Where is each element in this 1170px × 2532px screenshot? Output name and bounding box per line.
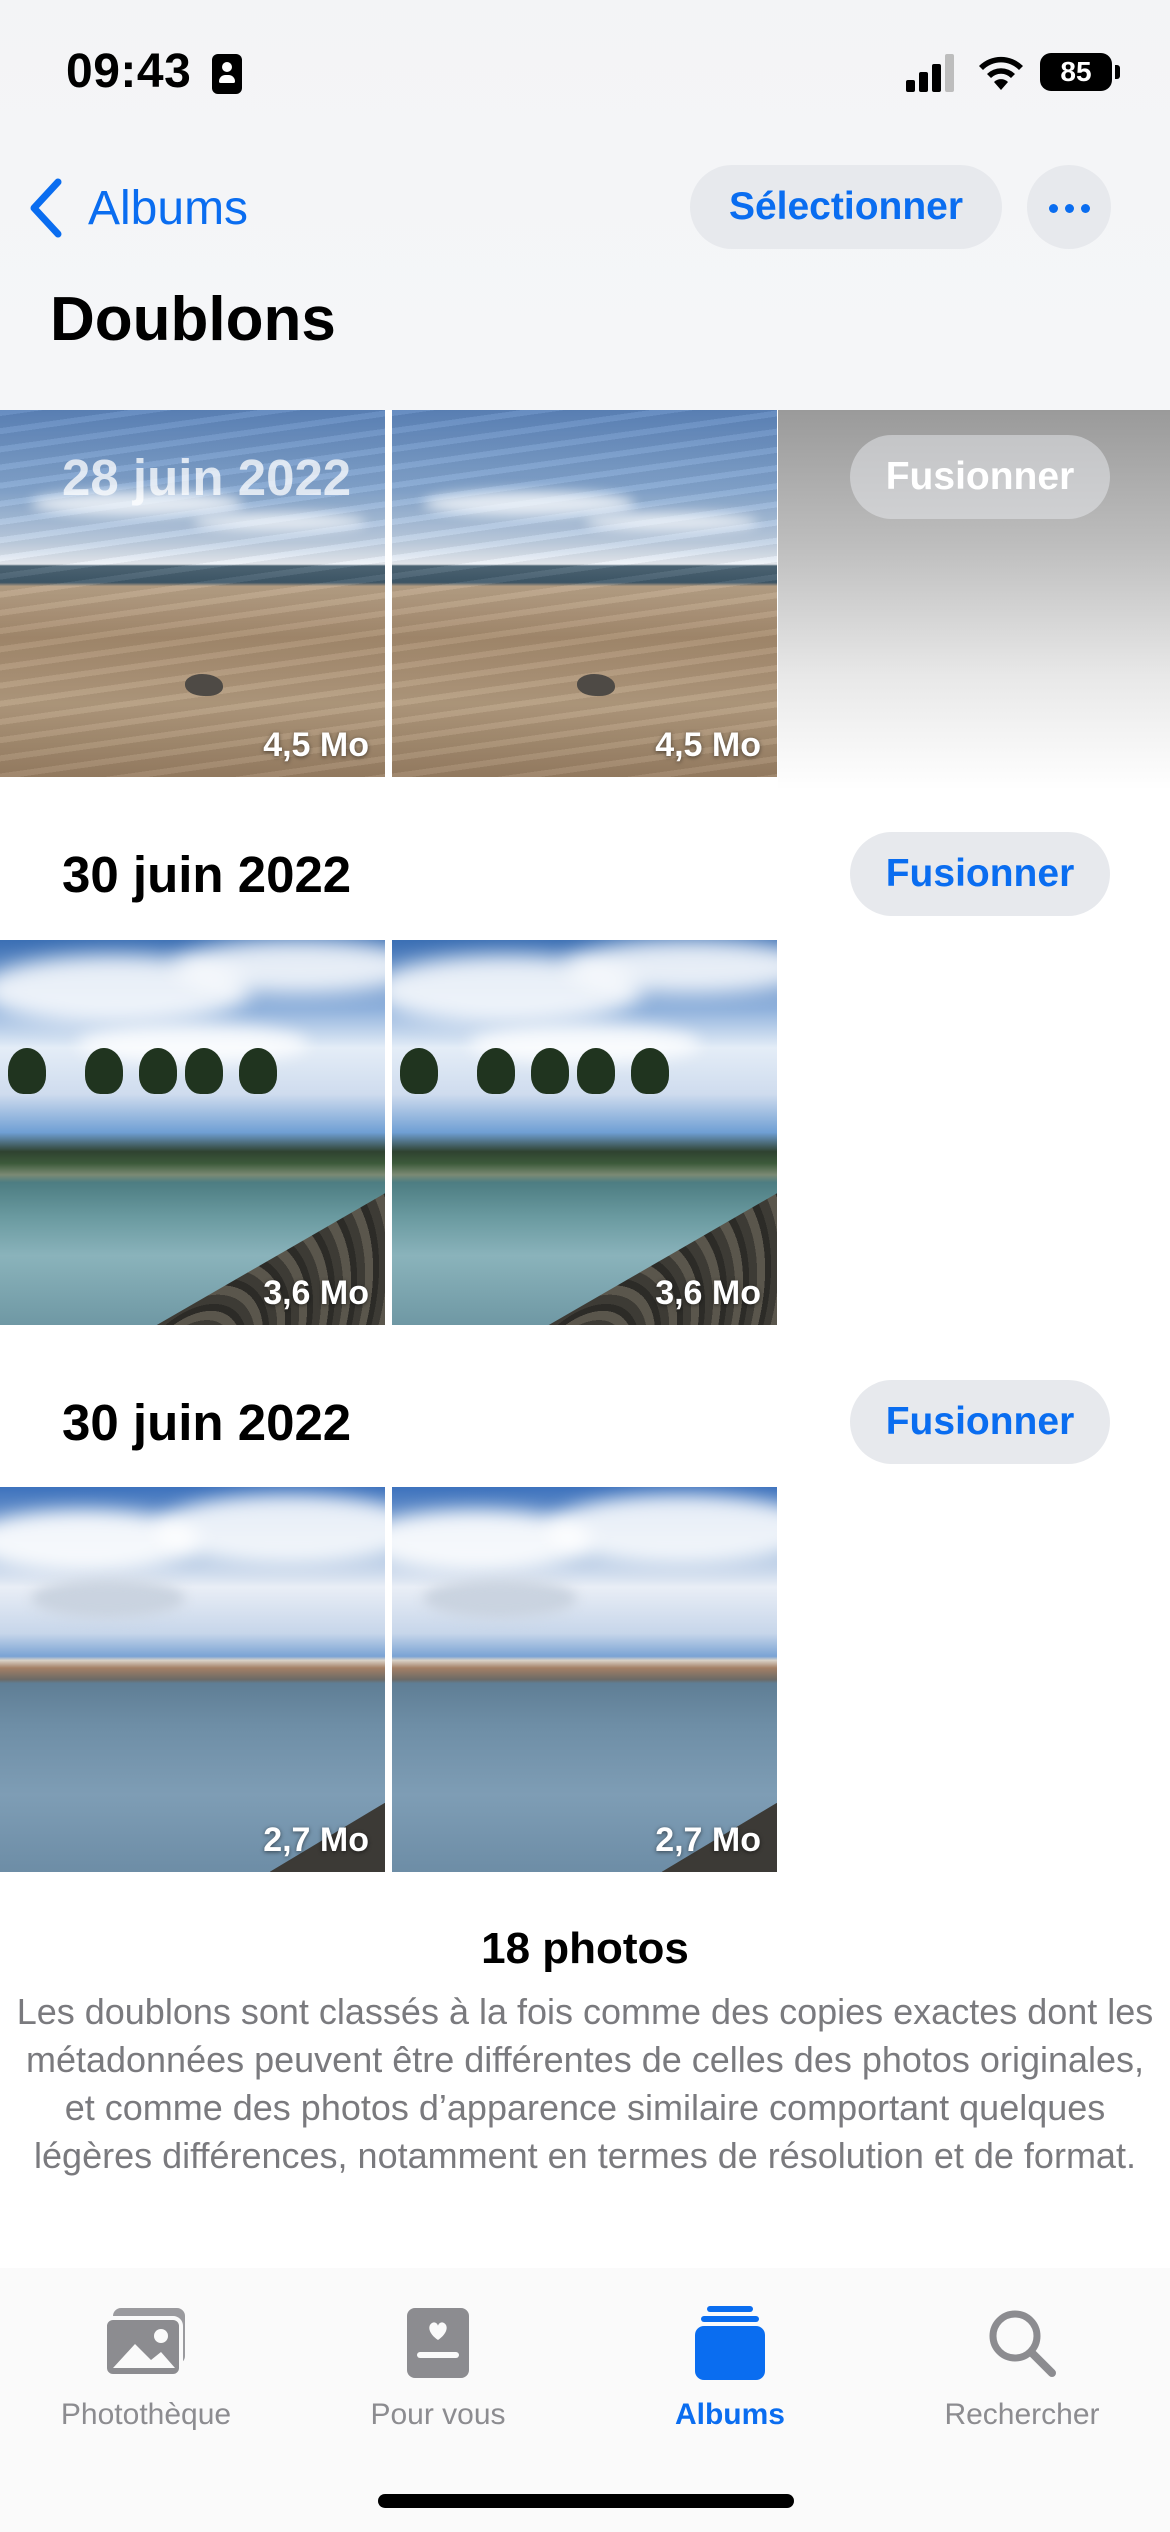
- tab-for-you[interactable]: Pour vous: [292, 2298, 584, 2432]
- group-2-date: 30 juin 2022: [62, 846, 352, 903]
- status-bar: 09:43 85: [0, 0, 1170, 150]
- photo-tree: [238, 1047, 278, 1094]
- photo-tree: [138, 1047, 178, 1094]
- ellipsis-icon: [1049, 204, 1058, 213]
- photo-size: 4,5 Mo: [655, 726, 761, 764]
- contact-card-icon: [212, 54, 242, 94]
- photo-tree: [476, 1047, 516, 1094]
- tab-albums[interactable]: Albums: [584, 2298, 876, 2432]
- photo-canal-2[interactable]: 3,6 Mo: [392, 940, 777, 1325]
- status-time: 09:43: [66, 45, 192, 98]
- tab-label: Pour vous: [370, 2398, 506, 2431]
- photo-rock: [576, 674, 616, 697]
- photo-size: 2,7 Mo: [263, 1821, 369, 1859]
- photo-cloud: [422, 490, 635, 517]
- photo-tree: [630, 1047, 670, 1094]
- photo-size: 2,7 Mo: [655, 1821, 761, 1859]
- tab-library[interactable]: Photothèque: [0, 2298, 292, 2432]
- group-3-merge-button[interactable]: Fusionner: [850, 1380, 1110, 1464]
- photo-tree: [84, 1047, 124, 1094]
- cellular-signal-icon: [906, 52, 958, 92]
- tab-label: Albums: [674, 2398, 785, 2431]
- photo-cloud: [422, 1579, 577, 1618]
- tab-search[interactable]: Rechercher: [876, 2298, 1168, 2432]
- page-title: Doublons: [50, 285, 336, 354]
- duplicates-description: Les doublons sont classés à la fois comm…: [16, 1991, 1154, 2176]
- ellipsis-icon: [1081, 204, 1090, 213]
- back-label: Albums: [88, 181, 249, 235]
- photo-cloud: [30, 1579, 185, 1618]
- photo-cloud: [192, 512, 366, 532]
- battery-icon: 85: [1040, 53, 1120, 91]
- photo-size: 3,6 Mo: [263, 1274, 369, 1312]
- photo-tree: [7, 1047, 47, 1094]
- photo-rock: [184, 674, 224, 697]
- for-you-icon: [407, 2308, 469, 2378]
- group-3-date: 30 juin 2022: [62, 1394, 352, 1451]
- photo-canal-1[interactable]: 3,6 Mo: [0, 940, 385, 1325]
- photo-tree: [399, 1047, 439, 1094]
- tab-label: Rechercher: [944, 2398, 1100, 2431]
- photo-tree: [576, 1047, 616, 1094]
- more-options-button[interactable]: [1027, 165, 1111, 249]
- photo-tree: [530, 1047, 570, 1094]
- tab-label: Photothèque: [60, 2398, 232, 2431]
- group-1-date: 28 juin 2022: [62, 449, 352, 506]
- photo-size: 4,5 Mo: [263, 726, 369, 764]
- tab-bar: Photothèque Pour vous Albums Rechercher: [0, 2268, 1170, 2532]
- search-icon: [989, 2310, 1056, 2377]
- wifi-icon: [979, 56, 1023, 90]
- home-indicator[interactable]: [378, 2494, 794, 2508]
- ellipsis-icon: [1065, 204, 1074, 213]
- albums-icon: [695, 2306, 765, 2380]
- group-2-merge-button[interactable]: Fusionner: [850, 832, 1110, 916]
- chevron-left-icon: [30, 178, 62, 238]
- photo-count: 18 photos: [481, 1924, 689, 1973]
- photo-harbor-2[interactable]: 2,7 Mo: [392, 1487, 777, 1872]
- photo-size: 3,6 Mo: [655, 1274, 761, 1312]
- photo-harbor-1[interactable]: 2,7 Mo: [0, 1487, 385, 1872]
- photo-cloud: [584, 512, 758, 532]
- photo-tree: [184, 1047, 224, 1094]
- group-1-merge-button[interactable]: Fusionner: [850, 435, 1110, 519]
- back-button[interactable]: Albums: [26, 176, 248, 240]
- select-button[interactable]: Sélectionner: [690, 165, 1002, 249]
- photo-library-icon: [103, 2308, 185, 2378]
- photo-beach-2[interactable]: 4,5 Mo: [392, 410, 777, 777]
